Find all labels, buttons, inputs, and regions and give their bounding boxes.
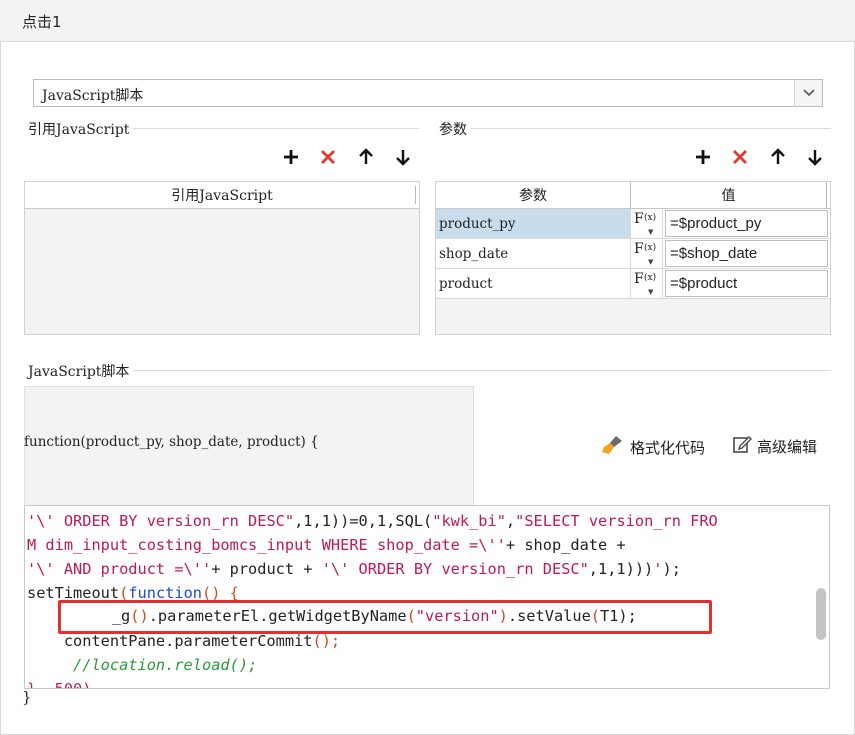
param-row[interactable]: product_py F (x) ▼ =$product_py — [436, 209, 830, 239]
param-row[interactable]: product F (x) ▼ =$product — [436, 269, 830, 299]
script-group-title: JavaScript脚本 — [24, 361, 134, 381]
ref-js-table[interactable]: 引用JavaScript — [24, 181, 420, 335]
formula-icon[interactable]: F (x) ▼ — [631, 209, 663, 238]
param-value-input[interactable]: =$product_py — [665, 210, 828, 237]
column-separator — [415, 186, 416, 204]
code-line: //location.reload(); — [27, 656, 258, 674]
script-type-select[interactable]: JavaScript脚本 — [33, 79, 823, 107]
param-value-header: 值 — [631, 182, 827, 208]
ref-delete-icon[interactable] — [317, 146, 339, 168]
param-name-cell[interactable]: shop_date — [436, 239, 631, 268]
script-group-line — [24, 370, 831, 371]
code-editor[interactable]: '\' ORDER BY version_rn DESC",1,1))=0,1,… — [24, 505, 830, 689]
param-group-title: 参数 — [435, 119, 471, 139]
advanced-edit-label: 高级编辑 — [757, 437, 818, 456]
param-name-cell[interactable]: product_py — [436, 209, 631, 238]
ref-group-title: 引用JavaScript — [24, 119, 134, 139]
ref-move-down-icon[interactable] — [392, 146, 414, 168]
code-line: }, 500) — [27, 680, 92, 689]
code-line: _g().parameterEl.getWidgetByName("versio… — [75, 607, 637, 625]
param-row[interactable]: shop_date F (x) ▼ =$shop_date — [436, 239, 830, 269]
param-value-input[interactable]: =$shop_date — [665, 240, 828, 267]
code-line: M dim_input_costing_bomcs_input WHERE sh… — [27, 536, 626, 554]
edit-icon — [732, 434, 752, 458]
format-code-button[interactable]: 格式化代码 — [601, 434, 705, 460]
param-delete-icon[interactable] — [729, 146, 751, 168]
closing-brace: } — [22, 688, 32, 706]
param-table-header: 参数 值 — [436, 182, 830, 209]
param-move-down-icon[interactable] — [804, 146, 826, 168]
ref-js-header: 引用JavaScript — [25, 182, 419, 209]
param-table[interactable]: 参数 值 product_py F (x) ▼ =$product_py shop_… — [435, 181, 831, 335]
formula-icon[interactable]: F (x) ▼ — [631, 239, 663, 268]
format-code-label: 格式化代码 — [630, 438, 706, 457]
code-line: contentPane.parameterCommit(); — [27, 632, 341, 650]
tab-title[interactable]: 点击1 — [22, 11, 62, 32]
tab-header: 点击1 — [0, 0, 855, 42]
param-name-header: 参数 — [436, 182, 631, 208]
highlighted-code-line: _g().parameterEl.getWidgetByName("versio… — [58, 600, 712, 634]
script-type-value: JavaScript脚本 — [42, 88, 144, 104]
brush-icon — [601, 434, 625, 460]
ref-js-column-header: 引用JavaScript — [171, 188, 273, 204]
ref-move-up-icon[interactable] — [355, 146, 377, 168]
code-line: '\' ORDER BY version_rn DESC",1,1))=0,1,… — [27, 512, 718, 530]
code-line: '\' AND product =\''+ product + '\' ORDE… — [27, 560, 681, 578]
chevron-down-icon[interactable] — [794, 80, 822, 106]
param-value-input[interactable]: =$product — [665, 270, 828, 297]
formula-icon[interactable]: F (x) ▼ — [631, 269, 663, 298]
param-group-line — [435, 128, 831, 129]
param-move-up-icon[interactable] — [767, 146, 789, 168]
function-signature: function(product_py, shop_date, product)… — [24, 434, 319, 450]
advanced-edit-button[interactable]: 高级编辑 — [732, 434, 817, 458]
vertical-scrollbar[interactable] — [816, 588, 826, 640]
ref-add-icon[interactable] — [280, 146, 302, 168]
param-name-cell[interactable]: product — [436, 269, 631, 298]
param-add-icon[interactable] — [692, 146, 714, 168]
